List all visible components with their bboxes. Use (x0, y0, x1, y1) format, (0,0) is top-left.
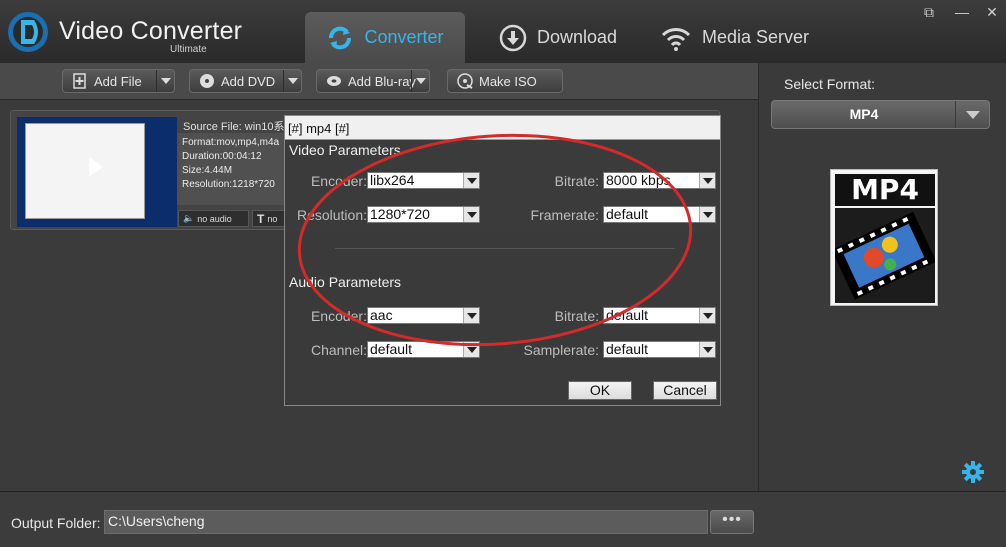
tab-media-server[interactable]: Media Server (660, 12, 809, 63)
converter-icon (329, 26, 352, 49)
title-bar: Video Converter Ultimate Converter Downl… (0, 0, 1006, 63)
subtitle-select[interactable]: T no (252, 210, 288, 227)
make-iso-button[interactable]: Make ISO (447, 69, 563, 93)
bluray-icon (327, 76, 341, 86)
ok-button[interactable]: OK (568, 381, 632, 400)
format-value: MP4 (849, 106, 879, 122)
add-file-button[interactable]: Add File (62, 69, 175, 93)
browse-button[interactable]: ••• (710, 510, 754, 534)
add-file-dropdown[interactable] (156, 70, 174, 92)
minimize-icon[interactable]: — (953, 4, 971, 20)
audio-bitrate-label: Bitrate: (554, 308, 599, 324)
channel-select[interactable]: default (367, 341, 480, 358)
video-parameters-heading: Video Parameters (289, 142, 401, 158)
add-bluray-button[interactable]: Add Blu-ray (316, 69, 430, 93)
profile-settings-dialog: [#] mp4 [#] Video Parameters Encoder: li… (284, 115, 721, 406)
audio-encoder-label: Encoder: (310, 308, 367, 324)
video-bitrate-select[interactable]: 8000 kbps (603, 172, 716, 189)
chevron-down-icon[interactable] (699, 308, 715, 323)
output-folder-label: Output Folder: (11, 515, 101, 531)
chevron-down-icon[interactable] (463, 308, 479, 323)
file-size: Size:4.44M (182, 165, 233, 176)
divider (335, 248, 675, 249)
mp4-format-icon: MP4 (830, 169, 938, 306)
popout-icon[interactable]: ⧉ (920, 4, 938, 20)
resolution-select[interactable]: 1280*720 (367, 206, 480, 223)
resolution-label: Resolution: (296, 207, 367, 223)
download-icon (499, 24, 527, 51)
gear-icon[interactable] (962, 461, 984, 483)
chevron-down-icon[interactable] (699, 342, 715, 357)
output-bar: Output Folder: C:\Users\cheng ••• (0, 491, 1006, 547)
chevron-down-icon[interactable] (699, 207, 715, 222)
tab-download-label: Download (537, 27, 618, 47)
chevron-down-icon[interactable] (955, 101, 989, 128)
tab-media-server-label: Media Server (702, 27, 810, 47)
toolbar: Add File Add DVD Add Blu-ray Make ISO (0, 63, 758, 100)
video-thumbnail[interactable] (17, 117, 177, 227)
output-folder-field[interactable]: C:\Users\cheng (104, 510, 708, 534)
file-info: Format:mov,mp4,m4a Duration:00:04:12 Siz… (177, 133, 287, 205)
audio-parameters-heading: Audio Parameters (289, 274, 402, 290)
channel-label: Channel: (310, 342, 367, 358)
chevron-down-icon[interactable] (463, 173, 479, 188)
play-icon[interactable] (89, 157, 103, 177)
app-title: Video Converter (59, 17, 243, 45)
add-file-label: Add File (94, 73, 142, 89)
cancel-button[interactable]: Cancel (653, 381, 717, 400)
add-file-icon (73, 73, 86, 89)
select-format-label: Select Format: (784, 76, 876, 92)
source-file-label: Source File: win10系 (183, 121, 285, 133)
app-edition: Ultimate (170, 44, 207, 55)
samplerate-select[interactable]: default (603, 341, 716, 358)
make-iso-label: Make ISO (479, 73, 537, 89)
file-resolution: Resolution:1218*720 (182, 179, 275, 190)
audio-track-select[interactable]: 🔈 no audio (178, 210, 249, 227)
samplerate-label: Samplerate: (523, 342, 599, 358)
add-dvd-label: Add DVD (221, 73, 276, 89)
add-bluray-dropdown[interactable] (411, 70, 429, 92)
app-logo-icon (8, 12, 48, 52)
chevron-down-icon[interactable] (463, 342, 479, 357)
add-dvd-dropdown[interactable] (283, 70, 301, 92)
text-icon: T (257, 211, 265, 226)
add-bluray-label: Add Blu-ray (348, 73, 416, 89)
add-dvd-button[interactable]: Add DVD (189, 69, 302, 93)
framerate-label: Framerate: (530, 207, 599, 223)
audio-encoder-select[interactable]: aac (367, 307, 480, 324)
file-format: Format:mov,mp4,m4a (182, 137, 280, 148)
video-bitrate-label: Bitrate: (554, 173, 599, 189)
close-icon[interactable]: ✕ (983, 4, 1001, 20)
file-duration: Duration:00:04:12 (182, 151, 262, 162)
format-select[interactable]: MP4 (771, 100, 990, 129)
format-panel: Select Format: MP4 MP4 (758, 63, 1006, 491)
speaker-icon: 🔈 (183, 213, 195, 223)
dialog-title: [#] mp4 [#] (285, 116, 720, 140)
tab-converter[interactable]: Converter (305, 12, 465, 63)
chevron-down-icon[interactable] (699, 173, 715, 188)
video-encoder-select[interactable]: libx264 (367, 172, 480, 189)
framerate-select[interactable]: default (603, 206, 716, 223)
wifi-icon (661, 27, 691, 51)
chevron-down-icon[interactable] (463, 207, 479, 222)
video-encoder-label: Encoder: (310, 173, 367, 189)
tab-converter-label: Converter (364, 27, 444, 47)
iso-icon (457, 73, 473, 89)
audio-bitrate-select[interactable]: default (603, 307, 716, 324)
tab-download[interactable]: Download (499, 12, 617, 63)
disc-icon (200, 74, 214, 88)
film-icon (835, 208, 935, 303)
